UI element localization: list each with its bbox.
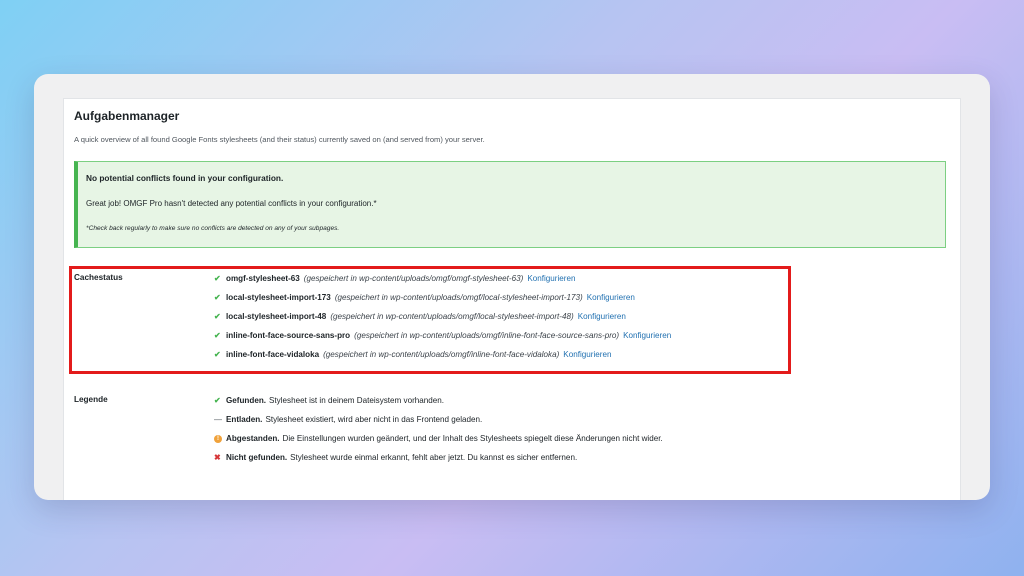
stylesheet-name: omgf-stylesheet-63 bbox=[226, 274, 300, 283]
stylesheet-path: (gespeichert in wp-content/uploads/omgf/… bbox=[330, 312, 574, 321]
notice-body: Great job! OMGF Pro hasn't detected any … bbox=[86, 199, 377, 208]
stylesheet-name: local-stylesheet-import-48 bbox=[226, 312, 327, 321]
panel-title: Aufgabenmanager bbox=[74, 109, 180, 123]
legend-text: Stylesheet wurde einmal erkannt, fehlt a… bbox=[290, 453, 578, 462]
legend-list: ✔ Gefunden. Stylesheet ist in deinem Dat… bbox=[214, 391, 663, 467]
notice-title: No potential conflicts found in your con… bbox=[86, 173, 284, 183]
cache-item: ✔ local-stylesheet-import-48 (gespeicher… bbox=[214, 307, 671, 326]
legend-item: ✔ Gefunden. Stylesheet ist in deinem Dat… bbox=[214, 391, 663, 410]
configure-link[interactable]: Konfigurieren bbox=[578, 312, 626, 321]
stylesheet-path: (gespeichert in wp-content/uploads/omgf/… bbox=[303, 274, 524, 283]
configure-link[interactable]: Konfigurieren bbox=[587, 293, 635, 302]
cache-item: ✔ local-stylesheet-import-173 (gespeiche… bbox=[214, 288, 671, 307]
dash-icon: — bbox=[214, 414, 222, 424]
legend-text: Die Einstellungen wurden geändert, und d… bbox=[282, 434, 663, 443]
app-window: Aufgabenmanager A quick overview of all … bbox=[34, 74, 990, 500]
legend-text: Stylesheet ist in deinem Dateisystem vor… bbox=[269, 396, 445, 405]
check-icon: ✔ bbox=[214, 273, 221, 283]
stylesheet-path: (gespeichert in wp-content/uploads/omgf/… bbox=[334, 293, 583, 302]
stylesheet-path: (gespeichert in wp-content/uploads/omgf/… bbox=[323, 350, 560, 359]
stylesheet-name: inline-font-face-source-sans-pro bbox=[226, 331, 351, 340]
legend-item: ✖ Nicht gefunden. Stylesheet wurde einma… bbox=[214, 448, 663, 467]
legend-term: Abgestanden. bbox=[226, 434, 280, 443]
warning-icon: ! bbox=[214, 434, 222, 443]
check-icon: ✔ bbox=[214, 330, 221, 340]
legend-term: Nicht gefunden. bbox=[226, 453, 288, 462]
success-notice: No potential conflicts found in your con… bbox=[74, 161, 946, 248]
check-icon: ✔ bbox=[214, 349, 221, 359]
configure-link[interactable]: Konfigurieren bbox=[623, 331, 671, 340]
legend-term: Gefunden. bbox=[226, 396, 267, 405]
cache-item: ✔ inline-font-face-source-sans-pro (gesp… bbox=[214, 326, 671, 345]
configure-link[interactable]: Konfigurieren bbox=[527, 274, 575, 283]
cache-item: ✔ omgf-stylesheet-63 (gespeichert in wp-… bbox=[214, 269, 671, 288]
stylesheet-name: local-stylesheet-import-173 bbox=[226, 293, 331, 302]
cache-status-label: Cachestatus bbox=[74, 273, 123, 282]
legend-item: ! Abgestanden. Die Einstellungen wurden … bbox=[214, 429, 663, 448]
notice-note: *Check back regularly to make sure no co… bbox=[86, 225, 340, 232]
cache-item: ✔ inline-font-face-vidaloka (gespeichert… bbox=[214, 345, 671, 364]
task-manager-panel: Aufgabenmanager A quick overview of all … bbox=[63, 98, 961, 500]
stylesheet-path: (gespeichert in wp-content/uploads/omgf/… bbox=[354, 331, 620, 340]
cache-status-list: ✔ omgf-stylesheet-63 (gespeichert in wp-… bbox=[214, 269, 671, 364]
legend-label: Legende bbox=[74, 395, 108, 404]
check-icon: ✔ bbox=[214, 395, 221, 405]
check-icon: ✔ bbox=[214, 292, 221, 302]
legend-item: — Entladen. Stylesheet existiert, wird a… bbox=[214, 410, 663, 429]
stylesheet-name: inline-font-face-vidaloka bbox=[226, 350, 320, 359]
cross-icon: ✖ bbox=[214, 452, 221, 462]
configure-link[interactable]: Konfigurieren bbox=[563, 350, 611, 359]
panel-description: A quick overview of all found Google Fon… bbox=[74, 135, 485, 144]
legend-term: Entladen. bbox=[226, 415, 263, 424]
legend-text: Stylesheet existiert, wird aber nicht in… bbox=[265, 415, 483, 424]
check-icon: ✔ bbox=[214, 311, 221, 321]
